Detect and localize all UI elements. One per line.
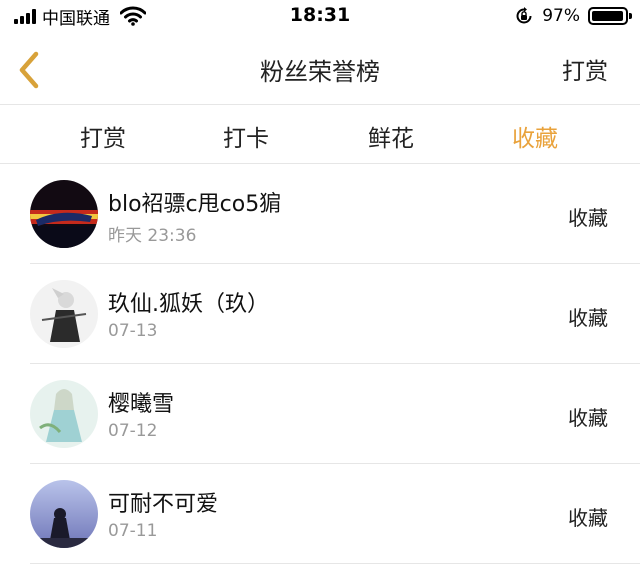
tab-reward[interactable]: 打赏 — [80, 119, 126, 153]
tab-checkin[interactable]: 打卡 — [223, 119, 269, 153]
fan-time: 07-12 — [108, 421, 158, 441]
battery-percent: 97% — [542, 6, 580, 26]
avatar[interactable] — [30, 480, 98, 548]
avatar[interactable] — [30, 280, 98, 348]
fan-time: 07-13 — [108, 321, 158, 341]
fan-action-label: 收藏 — [568, 406, 608, 430]
fan-name: blo袑骠c甩co5猏 — [108, 192, 282, 217]
reward-button[interactable]: 打赏 — [562, 52, 608, 86]
fan-action-label: 收藏 — [568, 506, 608, 530]
fan-name: 可耐不可爱 — [108, 492, 219, 517]
avatar[interactable] — [30, 180, 98, 248]
fan-time: 07-11 — [108, 521, 158, 541]
status-bar-right: 97% — [514, 4, 632, 28]
fan-name: 樱曦雪 — [108, 392, 175, 417]
list-item[interactable]: 可耐不可爱 07-11 收藏 — [0, 464, 640, 564]
fan-action-label: 收藏 — [568, 206, 608, 230]
fan-time: 昨天 23:36 — [108, 226, 197, 246]
divider — [30, 563, 640, 564]
tab-favorites[interactable]: 收藏 — [512, 119, 558, 153]
rotation-lock-icon — [516, 7, 532, 24]
list-item[interactable]: 樱曦雪 07-12 收藏 — [0, 364, 640, 464]
fan-action-label: 收藏 — [568, 306, 608, 330]
fan-name: 玖仙.狐妖（玖） — [108, 292, 269, 317]
nav-bar: 粉丝荣誉榜 打赏 — [0, 32, 640, 105]
tab-bar: 打赏 打卡 鲜花 收藏 — [0, 105, 640, 164]
list-item[interactable]: blo袑骠c甩co5猏 昨天 23:36 收藏 — [0, 164, 640, 264]
tab-flowers[interactable]: 鲜花 — [368, 119, 414, 153]
avatar[interactable] — [30, 380, 98, 448]
status-bar: 中国联通 18:31 97% — [0, 0, 640, 32]
list-item[interactable]: 玖仙.狐妖（玖） 07-13 收藏 — [0, 264, 640, 364]
battery-icon — [588, 7, 632, 25]
page-title: 粉丝荣誉榜 — [260, 58, 380, 86]
battery-fill — [592, 11, 624, 21]
